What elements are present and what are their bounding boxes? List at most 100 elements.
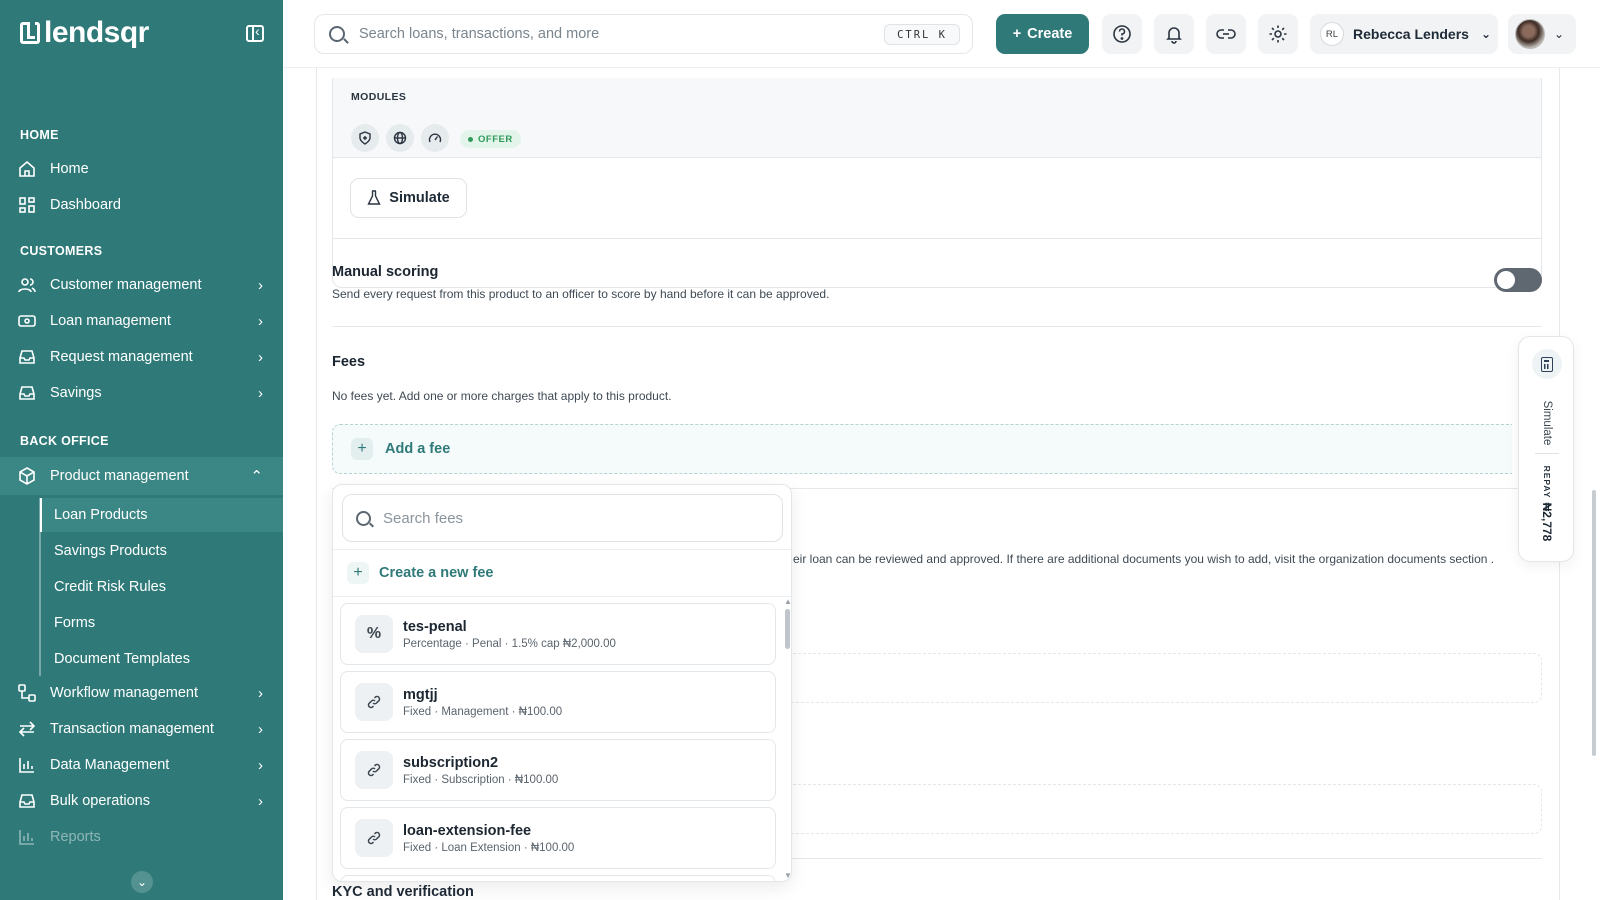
notifications-button[interactable] (1154, 14, 1194, 54)
sidebar-item-data-management[interactable]: Data Management › (0, 748, 283, 782)
fee-option-name: subscription2 (403, 754, 499, 771)
create-new-fee-label: Create a new fee (379, 565, 494, 581)
page-scrollbar[interactable] (1592, 490, 1596, 756)
top-bar: CTRL K + Create RL Rebecca Lenders ⌄ ⌄ (283, 0, 1600, 68)
add-fee-label: Add a fee (385, 441, 451, 457)
calculator-icon (1532, 349, 1562, 379)
dropdown-scrollbar[interactable] (785, 609, 790, 649)
fee-option-name: tes-penal (403, 618, 467, 635)
sidebar-item-label: Reports (50, 829, 101, 845)
create-button-label: Create (1027, 26, 1073, 42)
globe-icon (386, 124, 414, 152)
box-icon (18, 467, 36, 485)
sidebar-item-label: Dashboard (50, 197, 121, 213)
scroll-down-arrow-icon[interactable]: ▼ (784, 871, 791, 880)
grid-icon (18, 196, 36, 214)
sidebar-item-bulk-operations[interactable]: Bulk operations › (0, 784, 283, 818)
sidebar-item-label: Loan management (50, 313, 171, 329)
manual-scoring-description: Send every request from this product to … (332, 287, 830, 301)
fee-option[interactable]: loan-extension-fee Fixed · Loan Extensio… (340, 807, 776, 869)
fee-option[interactable] (340, 875, 776, 881)
organization-switcher[interactable]: RL Rebecca Lenders ⌄ (1310, 14, 1498, 54)
simulate-panel-label: Simulate (1541, 400, 1553, 446)
sidebar-item-label: Product management (50, 468, 189, 484)
link-icon (355, 819, 393, 857)
global-search[interactable]: CTRL K (314, 14, 973, 54)
chevron-right-icon: › (258, 793, 263, 810)
brand-logo[interactable]: lendsqr (20, 18, 149, 48)
fee-option-name: mgtjj (403, 686, 438, 703)
arrows-icon (18, 720, 36, 738)
sidebar-item-dashboard[interactable]: Dashboard (0, 188, 283, 222)
piggy-bank-icon (18, 384, 36, 402)
chevron-down-icon: ⌄ (1480, 27, 1492, 41)
fee-option[interactable]: % tes-penal Percentage · Penal · 1.5% ca… (340, 603, 776, 665)
fee-search[interactable] (342, 494, 783, 542)
modules-panel: MODULES OFFER (333, 78, 1541, 158)
sidebar-item-workflow-management[interactable]: Workflow management › (0, 676, 283, 710)
modules-card: MODULES OFFER Simulate (332, 78, 1542, 288)
help-button[interactable] (1102, 14, 1142, 54)
global-search-input[interactable] (359, 26, 879, 42)
search-icon (356, 510, 371, 526)
link-button[interactable] (1206, 14, 1246, 54)
content-frame-edge (316, 68, 317, 900)
flask-icon (367, 190, 381, 205)
sidebar-subitem-credit-risk-rules[interactable]: Credit Risk Rules (40, 570, 283, 604)
workflow-icon (18, 684, 36, 702)
sidebar-item-product-management[interactable]: Product management ⌃ (0, 457, 283, 495)
avatar (1515, 19, 1545, 49)
sidebar-item-reports[interactable]: Reports (0, 820, 283, 854)
plus-icon: + (351, 438, 373, 460)
create-new-fee-button[interactable]: + Create a new fee (333, 549, 791, 597)
fee-option[interactable]: subscription2 Fixed · Subscription · ₦10… (340, 739, 776, 801)
fee-search-input[interactable] (383, 509, 743, 527)
documents-description: eir loan can be reviewed and approved. I… (793, 552, 1495, 566)
sidebar-subitem-document-templates[interactable]: Document Templates (40, 642, 283, 676)
fees-empty-text: No fees yet. Add one or more charges tha… (332, 389, 672, 403)
logo-mark-icon (20, 22, 40, 44)
documents-dropzone[interactable] (783, 653, 1542, 703)
offer-badge-label: OFFER (478, 133, 513, 145)
sidebar-subitem-savings-products[interactable]: Savings Products (40, 534, 283, 568)
documents-dropzone[interactable] (783, 784, 1542, 834)
profile-menu[interactable]: ⌄ (1508, 14, 1576, 54)
section-label-home: HOME (20, 128, 59, 142)
sidebar-subitem-loan-products[interactable]: Loan Products (40, 498, 283, 532)
shield-icon (351, 124, 379, 152)
chevron-right-icon: › (258, 685, 263, 702)
sidebar-item-savings[interactable]: Savings › (0, 376, 283, 410)
sidebar-item-transaction-management[interactable]: Transaction management › (0, 712, 283, 746)
org-name: Rebecca Lenders (1353, 26, 1469, 42)
settings-button[interactable] (1258, 14, 1298, 54)
home-icon (18, 160, 36, 178)
plus-icon: + (347, 562, 369, 584)
banknote-icon (18, 312, 36, 330)
scroll-down-chevron-icon[interactable]: ⌄ (131, 871, 153, 893)
sidebar-item-label: Data Management (50, 757, 170, 773)
sidebar-item-customer-management[interactable]: Customer management › (0, 268, 283, 302)
fee-option[interactable]: mgtjj Fixed · Management · ₦100.00 (340, 671, 776, 733)
add-fee-button[interactable]: + Add a fee (332, 424, 1512, 474)
status-dot-icon (468, 136, 473, 142)
create-button[interactable]: + Create (996, 14, 1089, 54)
chevron-right-icon: › (258, 757, 263, 774)
sidebar-item-home[interactable]: Home (0, 152, 283, 186)
simulate-button[interactable]: Simulate (350, 178, 467, 218)
plus-icon: + (1012, 26, 1022, 42)
inbox-icon (18, 792, 36, 810)
sidebar-subitem-forms[interactable]: Forms (40, 606, 283, 640)
inbox-icon (18, 348, 36, 366)
collapse-sidebar-icon[interactable] (246, 23, 264, 42)
manual-scoring-toggle[interactable] (1494, 268, 1542, 292)
bell-icon (1166, 27, 1182, 44)
scroll-up-arrow-icon[interactable]: ▲ (784, 597, 791, 606)
fee-picker-dropdown: + Create a new fee % tes-penal Percentag… (332, 484, 792, 882)
chevron-right-icon: › (258, 313, 263, 330)
repay-value: ₦2,778 (1540, 502, 1554, 542)
simulate-side-panel[interactable]: Simulate REPAY ₦2,778 (1518, 336, 1574, 562)
section-label-back-office: BACK OFFICE (20, 434, 109, 448)
link-icon (355, 683, 393, 721)
sidebar-item-loan-management[interactable]: Loan management › (0, 304, 283, 338)
sidebar-item-request-management[interactable]: Request management › (0, 340, 283, 374)
